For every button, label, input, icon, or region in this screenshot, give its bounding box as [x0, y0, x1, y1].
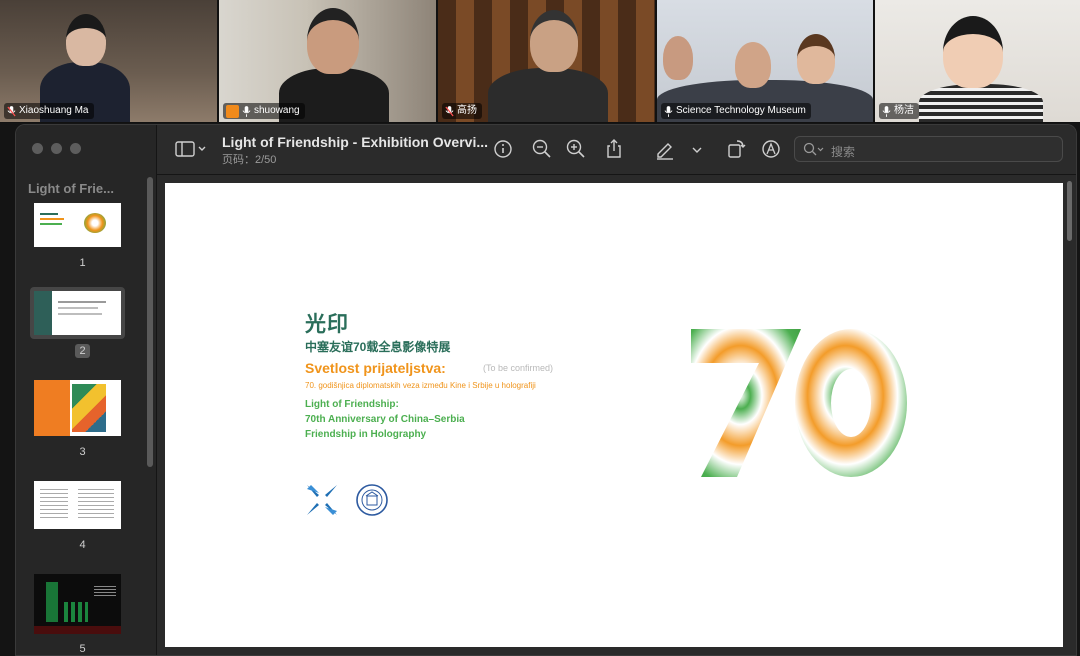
- thumbnail-page-4[interactable]: [34, 481, 121, 529]
- slide-en-line-3: Friendship in Holography: [305, 429, 427, 440]
- slide-subtitle-sr: 70. godišnjica diplomatskih veza između …: [305, 381, 536, 390]
- thumbnail-number: 2: [16, 344, 149, 358]
- page-indicator: 页码：2/50: [222, 154, 277, 166]
- search-placeholder: 搜索: [831, 145, 856, 159]
- thumbnail-number: 4: [79, 539, 86, 551]
- zoom-out-icon[interactable]: [531, 138, 553, 160]
- thumbnail-page-5[interactable]: [34, 574, 121, 634]
- window-controls: [32, 143, 81, 154]
- participant-name: 高扬: [457, 105, 477, 116]
- mic-icon: [664, 105, 673, 117]
- screen: Xiaoshuang Ma shuowang 高扬 Science Techno…: [0, 0, 1080, 656]
- video-tile-gaoyang[interactable]: 高扬: [438, 0, 655, 122]
- slide-subtitle-cn: 中塞友谊70载全息影像特展: [305, 340, 451, 354]
- rotate-icon[interactable]: [725, 138, 747, 160]
- sidebar-title: Light of Frie...: [28, 181, 114, 196]
- zoom-in-icon[interactable]: [565, 138, 587, 160]
- participant-name: shuowang: [254, 105, 300, 116]
- participant-name: 杨洁: [894, 105, 914, 116]
- organizer-logo-icon: [307, 485, 337, 515]
- thumbnail-number: 5: [79, 643, 86, 655]
- annotate-icon[interactable]: [760, 138, 782, 160]
- markup-pen-icon[interactable]: [654, 138, 676, 160]
- document-scrollbar[interactable]: [1067, 181, 1072, 241]
- video-strip: Xiaoshuang Ma shuowang 高扬 Science Techno…: [0, 0, 1080, 123]
- video-tile-museum[interactable]: Science Technology Museum: [657, 0, 873, 122]
- preview-window: Light of Frie... 1 2 3 4 5 Light of Frie…: [15, 124, 1077, 656]
- search-icon: [803, 142, 824, 156]
- minimize-window-button[interactable]: [51, 143, 62, 154]
- thumbnail-70-graphic: [84, 213, 106, 233]
- slide-en-line-1: Light of Friendship:: [305, 399, 399, 410]
- thumbnail-page-3[interactable]: [34, 380, 121, 436]
- sidebar-toggle-icon[interactable]: [175, 138, 209, 160]
- info-icon[interactable]: [492, 138, 514, 160]
- mic-muted-icon: [445, 105, 454, 116]
- document-title: Light of Friendship - Exhibition Overvi.…: [222, 134, 489, 150]
- thumbnail-number: 3: [79, 446, 86, 458]
- university-seal-icon: [356, 484, 388, 516]
- host-badge-icon: [226, 104, 239, 118]
- thumbnail-sidebar: Light of Frie... 1 2 3 4 5: [16, 125, 157, 655]
- sidebar-scrollbar[interactable]: [147, 177, 153, 467]
- participant-name: Science Technology Museum: [676, 105, 806, 116]
- mic-icon: [882, 105, 891, 117]
- thumbnail-number: 1: [79, 257, 86, 269]
- thumbnail-page-1[interactable]: [34, 203, 121, 247]
- slide-title-sr: Svetlost prijateljstva:: [305, 360, 446, 376]
- mic-muted-icon: [7, 105, 16, 116]
- search-field[interactable]: 搜索: [794, 136, 1063, 162]
- toolbar: Light of Friendship - Exhibition Overvi.…: [157, 125, 1076, 175]
- slide-en-line-2: 70th Anniversary of China–Serbia: [305, 414, 465, 425]
- chevron-down-icon[interactable]: [690, 138, 704, 160]
- video-tile-shuowang[interactable]: shuowang: [219, 0, 436, 122]
- participant-name: Xiaoshuang Ma: [19, 105, 89, 116]
- slide-tbc-note: (To be confirmed): [483, 363, 554, 373]
- video-tile-xiaoshuang[interactable]: Xiaoshuang Ma: [0, 0, 217, 122]
- mic-icon: [242, 105, 251, 117]
- zoom-window-button[interactable]: [70, 143, 81, 154]
- seventy-graphic: 70: [691, 329, 907, 477]
- slide-page: 光印 中塞友谊70载全息影像特展 Svetlost prijateljstva:…: [165, 183, 1063, 647]
- slide-title-cn: 光印: [305, 313, 349, 336]
- close-window-button[interactable]: [32, 143, 43, 154]
- video-tile-yangjie[interactable]: 杨洁: [875, 0, 1080, 122]
- document-area: 光印 中塞友谊70载全息影像特展 Svetlost prijateljstva:…: [157, 175, 1076, 655]
- thumbnail-page-2[interactable]: [34, 291, 121, 335]
- share-icon[interactable]: [603, 138, 625, 160]
